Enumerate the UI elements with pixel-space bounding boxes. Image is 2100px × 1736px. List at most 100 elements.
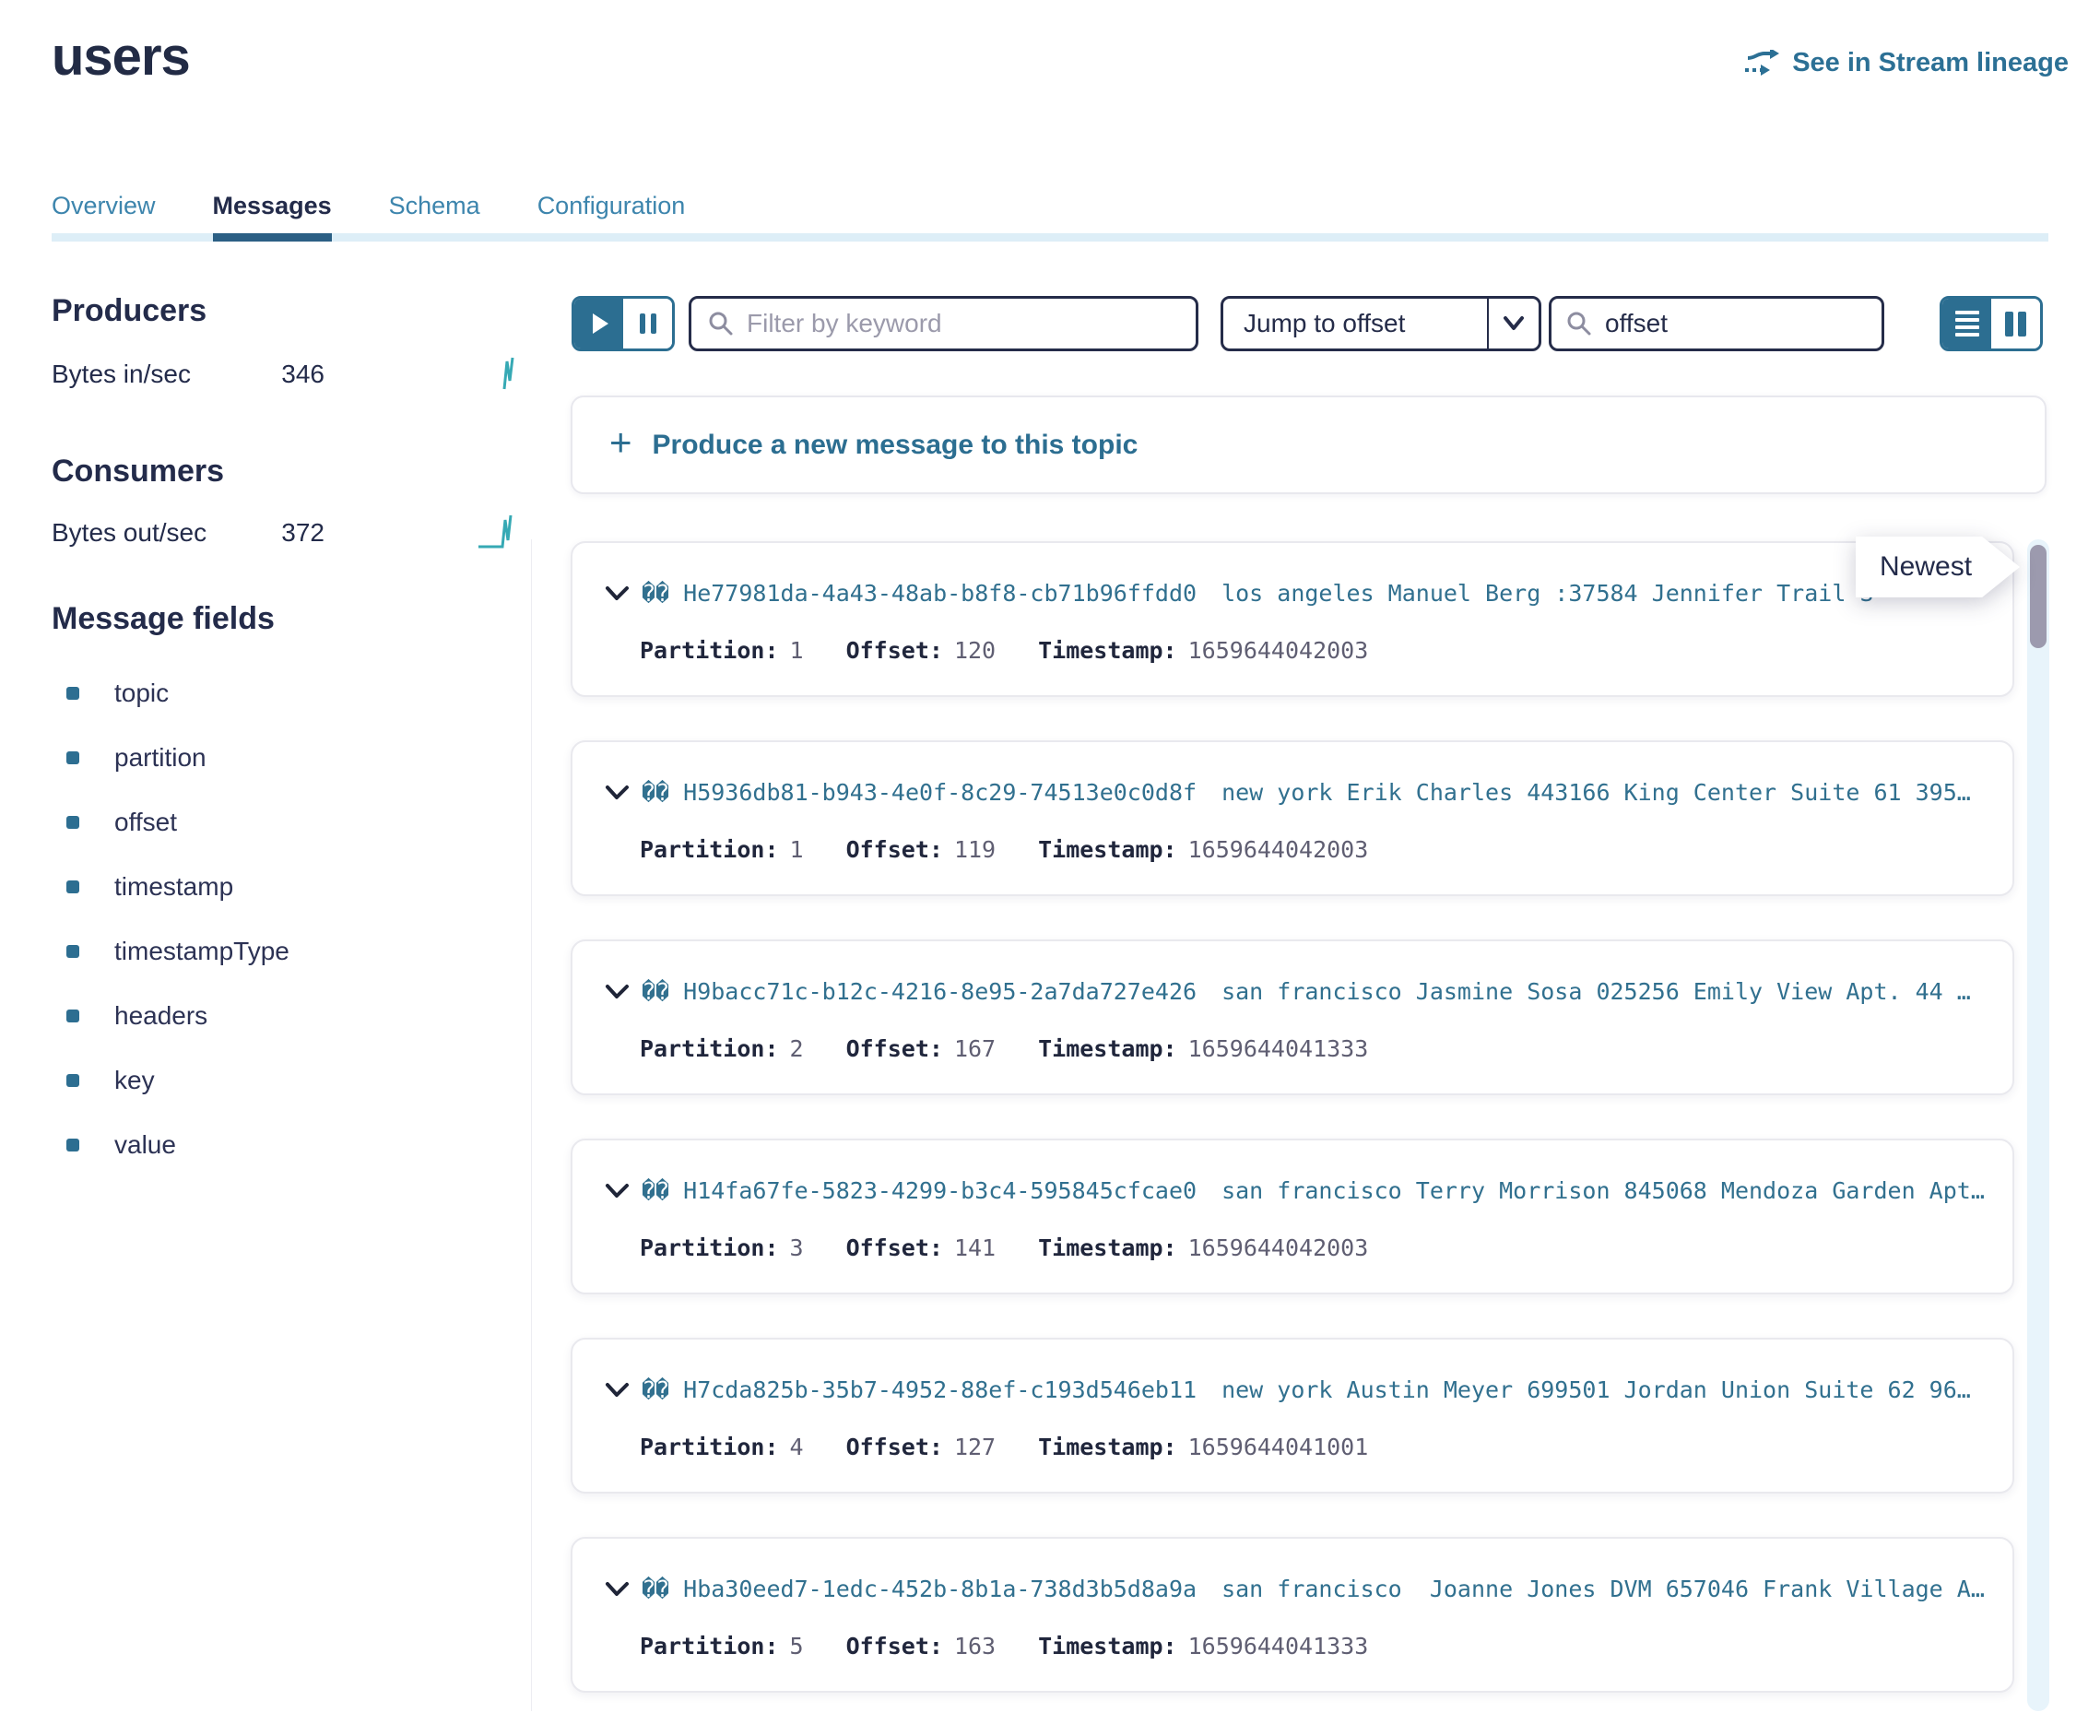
field-label: headers xyxy=(114,1001,207,1031)
bytes-out-value: 372 xyxy=(281,518,324,548)
expand-chevron-icon[interactable] xyxy=(604,580,631,607)
field-label: offset xyxy=(114,808,177,837)
field-item-timestamp[interactable]: timestamp xyxy=(66,872,289,902)
tab-schema[interactable]: Schema xyxy=(389,186,480,242)
message-summary: �� H5936db81-b943-4e0f-8c29-74513e0c0d8f… xyxy=(604,779,2003,806)
produce-message-label: Produce a new message to this topic xyxy=(653,430,1138,461)
message-meta: Partition: 1 Offset: 119 Timestamp: 1659… xyxy=(640,836,1368,863)
newest-flag: Newest xyxy=(1856,537,2020,597)
message-key: �� H14fa67fe-5823-4299-b3c4-595845cfcae0 xyxy=(642,1177,1197,1204)
field-item-partition[interactable]: partition xyxy=(66,743,289,773)
message-summary: �� H14fa67fe-5823-4299-b3c4-595845cfcae0… xyxy=(604,1177,2003,1204)
message-card[interactable]: �� H7cda825b-35b7-4952-88ef-c193d546eb11… xyxy=(571,1338,2014,1494)
scrollbar-track[interactable] xyxy=(2027,539,2049,1711)
field-bullet-icon xyxy=(66,1074,79,1087)
partition-label: Partition: xyxy=(640,1234,779,1261)
timestamp-label: Timestamp: xyxy=(1038,1234,1177,1261)
message-summary: �� He77981da-4a43-48ab-b8f8-cb71b96ffdd0… xyxy=(604,580,2003,607)
expand-chevron-icon[interactable] xyxy=(604,1576,631,1602)
scrollbar-thumb[interactable] xyxy=(2030,545,2047,648)
field-item-headers[interactable]: headers xyxy=(66,1001,289,1031)
offset-value: 163 xyxy=(954,1633,996,1659)
message-meta: Partition: 3 Offset: 141 Timestamp: 1659… xyxy=(640,1234,1368,1261)
message-meta: Partition: 5 Offset: 163 Timestamp: 1659… xyxy=(640,1633,1368,1659)
tab-configuration[interactable]: Configuration xyxy=(537,186,686,242)
partition-label: Partition: xyxy=(640,1035,779,1062)
produce-message-button[interactable]: + Produce a new message to this topic xyxy=(571,396,2047,494)
newest-label: Newest xyxy=(1880,551,1972,583)
offset-value: 120 xyxy=(954,637,996,664)
tab-messages[interactable]: Messages xyxy=(213,186,332,242)
partition-value: 1 xyxy=(790,637,804,664)
message-key: �� H5936db81-b943-4e0f-8c29-74513e0c0d8f xyxy=(642,779,1197,806)
tab-bar: Overview Messages Schema Configuration xyxy=(52,186,2048,242)
partition-value: 3 xyxy=(790,1234,804,1261)
offset-search-value: offset xyxy=(1605,309,1668,338)
content-divider xyxy=(531,539,532,1711)
search-icon xyxy=(708,311,734,337)
message-card[interactable]: �� H5936db81-b943-4e0f-8c29-74513e0c0d8f… xyxy=(571,740,2014,896)
field-bullet-icon xyxy=(66,1139,79,1151)
message-card[interactable]: �� He77981da-4a43-48ab-b8f8-cb71b96ffdd0… xyxy=(571,541,2014,697)
offset-search-input[interactable]: offset xyxy=(1549,296,1884,351)
partition-value: 1 xyxy=(790,836,804,863)
partition-value: 4 xyxy=(790,1434,804,1460)
expand-chevron-icon[interactable] xyxy=(604,978,631,1005)
timestamp-label: Timestamp: xyxy=(1038,1633,1177,1659)
message-summary: �� Hba30eed7-1edc-452b-8b1a-738d3b5d8a9a… xyxy=(604,1576,2003,1602)
field-item-timestampType[interactable]: timestampType xyxy=(66,937,289,966)
field-label: partition xyxy=(114,743,206,773)
view-mode-toggle[interactable] xyxy=(1940,296,2043,351)
field-item-value[interactable]: value xyxy=(66,1130,289,1160)
field-bullet-icon xyxy=(66,816,79,829)
message-value-preview: san francisco Joanne Jones DVM 657046 Fr… xyxy=(1221,1576,1985,1602)
bytes-in-sparkline xyxy=(502,356,515,391)
message-key: �� Hba30eed7-1edc-452b-8b1a-738d3b5d8a9a xyxy=(642,1576,1197,1602)
play-button[interactable] xyxy=(574,299,623,348)
message-card[interactable]: �� H9bacc71c-b12c-4216-8e95-2a7da727e426… xyxy=(571,939,2014,1095)
offset-label: Offset: xyxy=(846,637,943,664)
field-item-topic[interactable]: topic xyxy=(66,679,289,708)
list-view-button[interactable] xyxy=(1942,299,1991,348)
page-title: users xyxy=(52,26,190,88)
chevron-down-icon xyxy=(1503,315,1525,332)
stream-lineage-link[interactable]: See in Stream lineage xyxy=(1744,48,2069,78)
expand-chevron-icon[interactable] xyxy=(604,779,631,806)
offset-value: 167 xyxy=(954,1035,996,1062)
message-card[interactable]: �� Hba30eed7-1edc-452b-8b1a-738d3b5d8a9a… xyxy=(571,1537,2014,1693)
play-icon xyxy=(593,313,608,334)
field-item-offset[interactable]: offset xyxy=(66,808,289,837)
timestamp-label: Timestamp: xyxy=(1038,1434,1177,1460)
expand-chevron-icon[interactable] xyxy=(604,1177,631,1204)
field-item-key[interactable]: key xyxy=(66,1066,289,1095)
jump-to-offset-label: Jump to offset xyxy=(1223,309,1487,338)
offset-label: Offset: xyxy=(846,1035,943,1062)
timestamp-value: 1659644041001 xyxy=(1188,1434,1369,1460)
column-view-button[interactable] xyxy=(1991,299,2040,348)
message-list: �� He77981da-4a43-48ab-b8f8-cb71b96ffdd0… xyxy=(571,541,2014,1736)
message-meta: Partition: 2 Offset: 167 Timestamp: 1659… xyxy=(640,1035,1368,1062)
pause-button[interactable] xyxy=(623,299,672,348)
timestamp-value: 1659644041333 xyxy=(1188,1633,1369,1659)
offset-value: 119 xyxy=(954,836,996,863)
message-value-preview: new york Austin Meyer 699501 Jordan Unio… xyxy=(1221,1376,1971,1403)
field-bullet-icon xyxy=(66,751,79,764)
filter-placeholder: Filter by keyword xyxy=(747,309,942,338)
expand-chevron-icon[interactable] xyxy=(604,1376,631,1403)
message-summary: �� H7cda825b-35b7-4952-88ef-c193d546eb11… xyxy=(604,1376,2003,1403)
partition-label: Partition: xyxy=(640,637,779,664)
offset-value: 127 xyxy=(954,1434,996,1460)
offset-label: Offset: xyxy=(846,836,943,863)
message-key: �� H7cda825b-35b7-4952-88ef-c193d546eb11 xyxy=(642,1376,1197,1403)
select-chevron-cell[interactable] xyxy=(1487,299,1539,348)
timestamp-label: Timestamp: xyxy=(1038,836,1177,863)
jump-to-offset-select[interactable]: Jump to offset xyxy=(1221,296,1541,351)
timestamp-value: 1659644042003 xyxy=(1188,637,1369,664)
message-value-preview: san francisco Jasmine Sosa 025256 Emily … xyxy=(1221,978,1971,1005)
bytes-in-row: Bytes in/sec 346 xyxy=(52,360,324,389)
filter-keyword-input[interactable]: Filter by keyword xyxy=(689,296,1198,351)
tab-overview[interactable]: Overview xyxy=(52,186,156,242)
message-card[interactable]: �� H14fa67fe-5823-4299-b3c4-595845cfcae0… xyxy=(571,1139,2014,1294)
play-pause-toggle[interactable] xyxy=(572,296,675,351)
bytes-out-sparkline xyxy=(478,513,514,549)
